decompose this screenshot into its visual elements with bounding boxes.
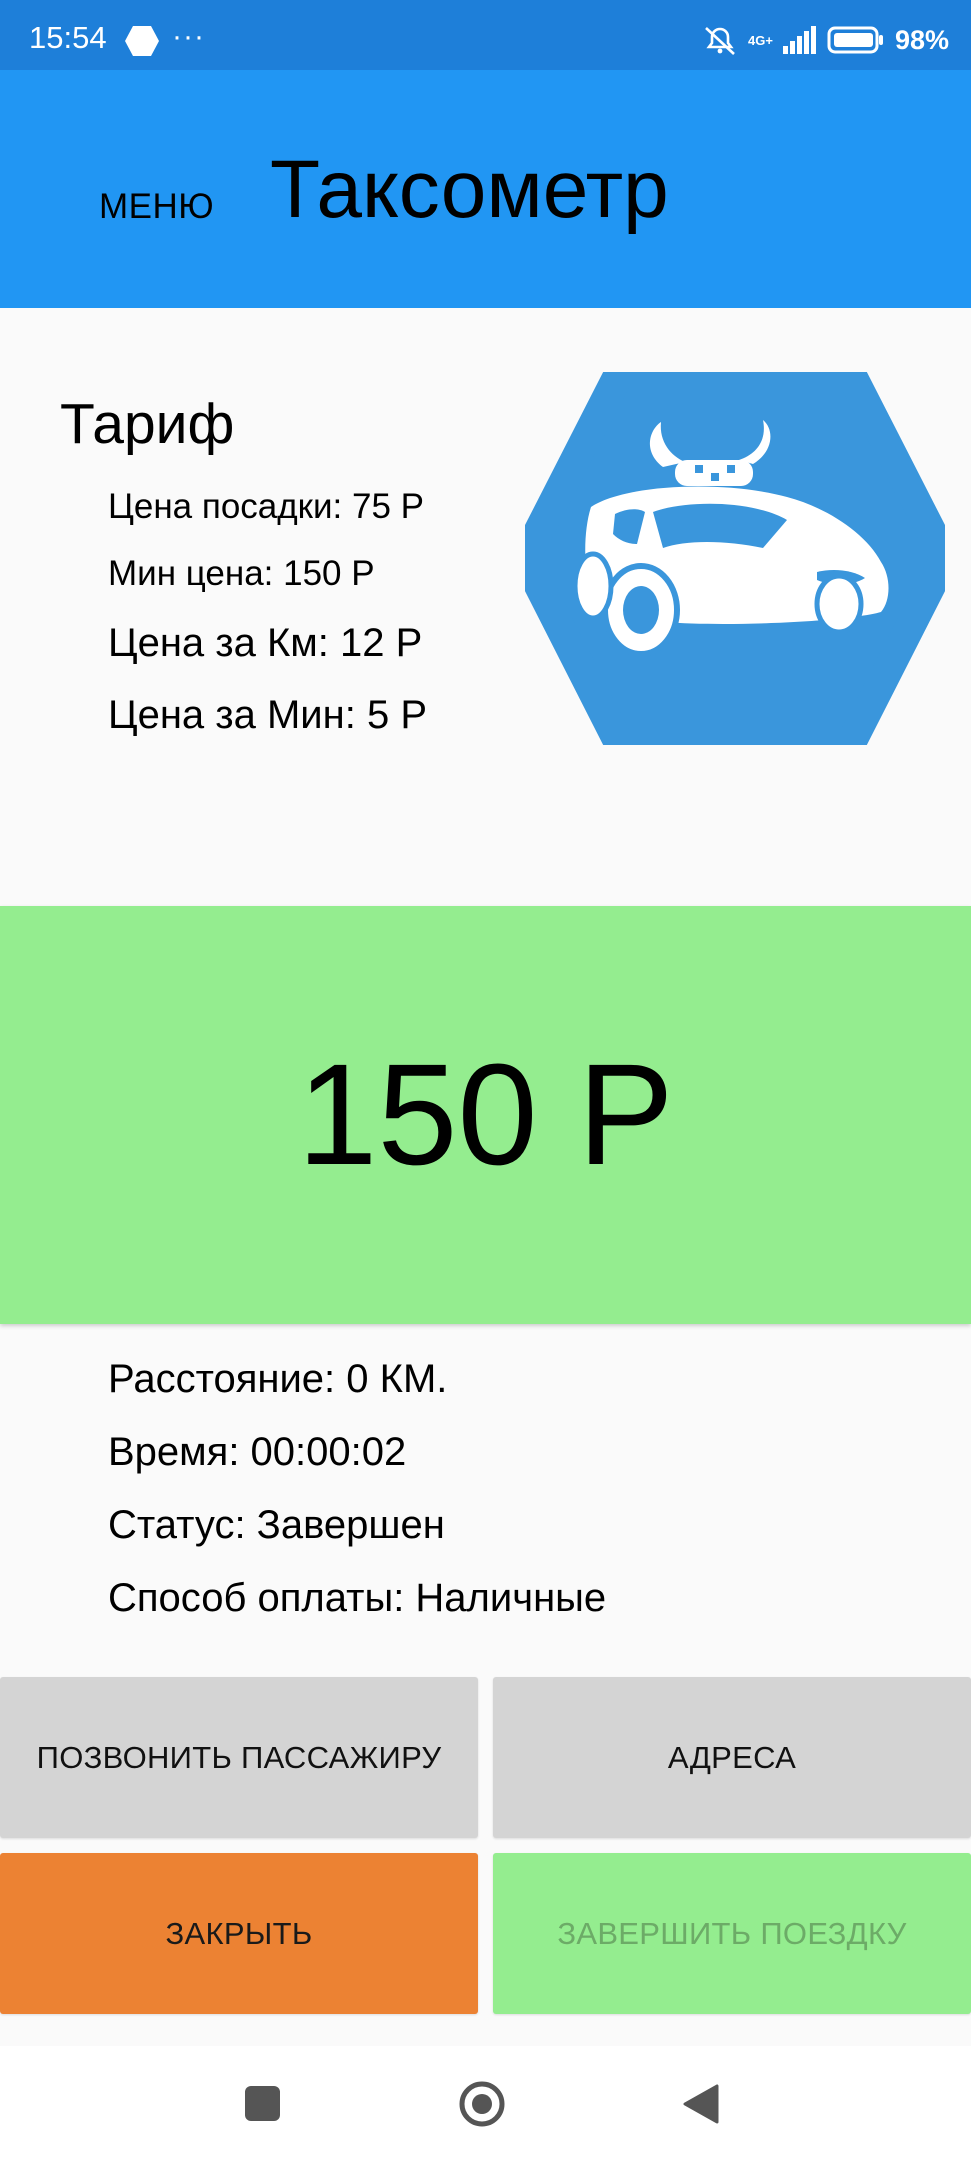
more-notifications-icon: ··· xyxy=(172,20,205,53)
status-time: 15:54 xyxy=(29,20,107,55)
fare-panel: 150 Р xyxy=(0,906,971,1324)
payment-method: Способ оплаты: Наличные xyxy=(108,1576,607,1620)
price-per-km: Цена за Км: 12 Р xyxy=(108,621,423,665)
status-icons: 4G+ 98% xyxy=(702,24,949,56)
price-per-min: Цена за Мин: 5 Р xyxy=(108,693,428,737)
recents-square-icon[interactable] xyxy=(245,2086,280,2121)
close-button[interactable]: ЗАКРЫТЬ xyxy=(0,1853,478,2014)
hexagon-icon xyxy=(125,26,159,56)
tariff-title: Тариф xyxy=(60,392,235,456)
home-circle-icon[interactable] xyxy=(458,2080,506,2128)
fare-amount: 150 Р xyxy=(297,1034,674,1195)
status-bar: 15:54 ··· 4G+ 98% xyxy=(0,0,971,70)
trip-time: Время: 00:00:02 xyxy=(108,1430,407,1474)
trip-distance: Расстояние: 0 КМ. xyxy=(108,1357,448,1401)
trip-status: Статус: Завершен xyxy=(108,1503,445,1547)
alarm-off-icon xyxy=(705,27,735,55)
finish-trip-button[interactable]: ЗАВЕРШИТЬ ПОЕЗДКУ xyxy=(493,1853,971,2014)
call-passenger-button[interactable]: ПОЗВОНИТЬ ПАССАЖИРУ xyxy=(0,1677,478,1838)
signal-icon xyxy=(782,26,816,54)
network-type-label: 4G+ xyxy=(748,32,773,48)
boarding-price: Цена посадки: 75 Р xyxy=(108,487,424,526)
menu-button[interactable]: МЕНЮ xyxy=(99,189,214,224)
taxi-car-logo-icon xyxy=(525,372,945,745)
page-title: Таксометр xyxy=(270,144,669,235)
addresses-button[interactable]: АДРЕСА xyxy=(493,1677,971,1838)
battery-percent: 98% xyxy=(894,24,949,55)
min-price: Мин цена: 150 Р xyxy=(108,554,375,593)
back-triangle-icon[interactable] xyxy=(683,2084,719,2124)
battery-icon xyxy=(827,26,883,54)
